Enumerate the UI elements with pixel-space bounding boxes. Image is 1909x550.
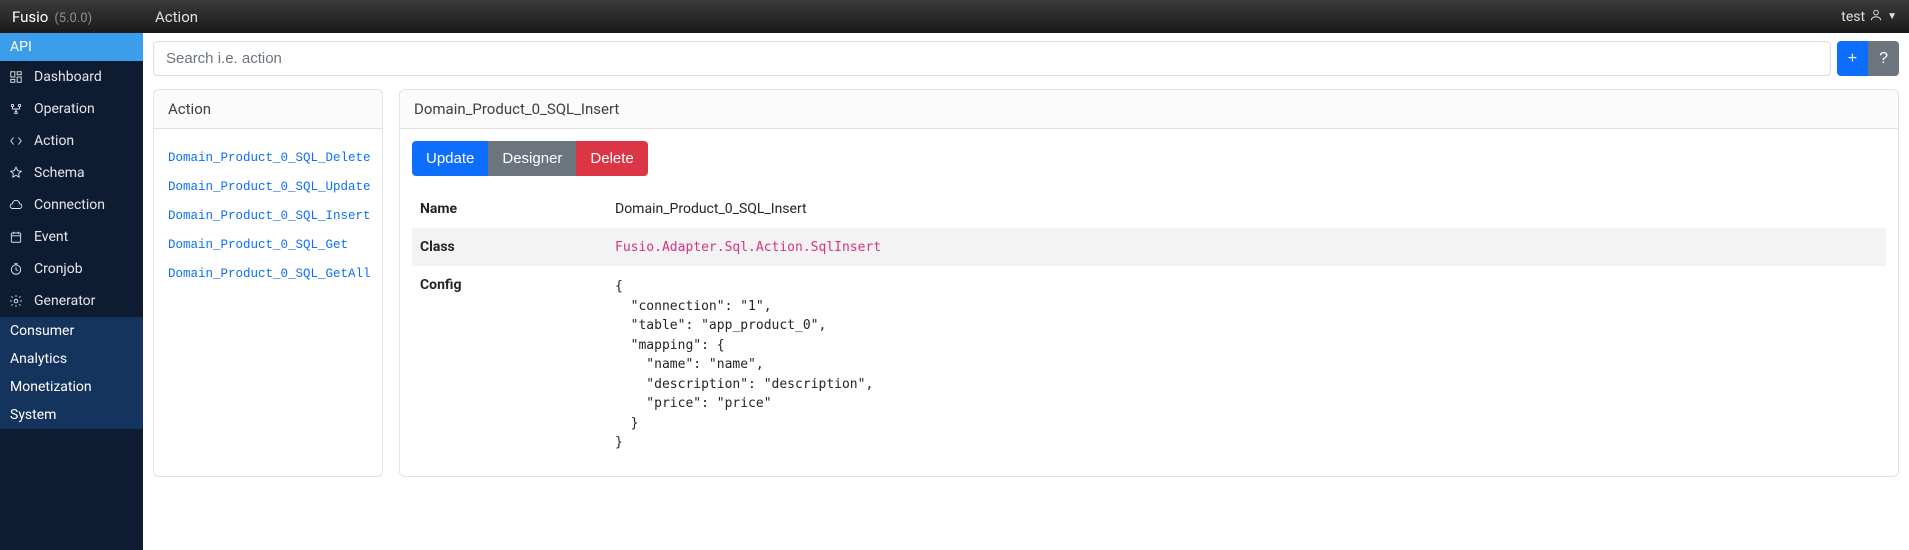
- chevron-down-icon: ▼: [1887, 11, 1897, 22]
- sidebar-item-cronjob[interactable]: Cronjob: [0, 253, 143, 285]
- sidebar-item-action[interactable]: Action: [0, 125, 143, 157]
- generator-icon: [8, 293, 24, 309]
- top-header: Fusio (5.0.0) Action test ▼: [0, 0, 1909, 33]
- help-button[interactable]: ?: [1868, 41, 1899, 76]
- delete-button[interactable]: Delete: [576, 141, 647, 176]
- search-input[interactable]: [153, 41, 1831, 76]
- sidebar-section-api[interactable]: API: [0, 33, 143, 61]
- action-list-panel: Action Domain_Product_0_SQL_Delete Domai…: [153, 89, 383, 477]
- main-content: + ? Action Domain_Product_0_SQL_Delete D…: [143, 33, 1909, 550]
- class-value: Fusio.Adapter.Sql.Action.SqlInsert: [615, 240, 881, 255]
- sidebar-item-label: Operation: [34, 101, 95, 117]
- cronjob-icon: [8, 261, 24, 277]
- sidebar-section-system[interactable]: System: [0, 401, 143, 429]
- user-icon: [1869, 8, 1883, 26]
- name-label: Name: [412, 190, 607, 228]
- sidebar-item-connection[interactable]: Connection: [0, 189, 143, 221]
- sidebar-section-monetization[interactable]: Monetization: [0, 373, 143, 401]
- page-title: Action: [155, 8, 198, 26]
- detail-title: Domain_Product_0_SQL_Insert: [400, 90, 1898, 129]
- update-button[interactable]: Update: [412, 141, 488, 176]
- sidebar-section-analytics[interactable]: Analytics: [0, 345, 143, 373]
- sidebar-item-label: Event: [34, 229, 68, 245]
- action-link[interactable]: Domain_Product_0_SQL_GetAll: [168, 267, 368, 281]
- detail-panel: Domain_Product_0_SQL_Insert Update Desig…: [399, 89, 1899, 477]
- sidebar-item-dashboard[interactable]: Dashboard: [0, 61, 143, 93]
- action-link[interactable]: Domain_Product_0_SQL_Delete: [168, 151, 368, 165]
- sidebar-item-label: Generator: [34, 293, 95, 309]
- dashboard-icon: [8, 69, 24, 85]
- detail-table: Name Domain_Product_0_SQL_Insert Class F…: [412, 190, 1886, 464]
- sidebar-item-generator[interactable]: Generator: [0, 285, 143, 317]
- event-icon: [8, 229, 24, 245]
- sidebar-item-label: Schema: [34, 165, 85, 181]
- action-link[interactable]: Domain_Product_0_SQL_Update: [168, 180, 368, 194]
- designer-button[interactable]: Designer: [488, 141, 576, 176]
- sidebar: API Dashboard Operation Action Schema: [0, 33, 143, 550]
- search-row: + ?: [153, 41, 1899, 76]
- name-value: Domain_Product_0_SQL_Insert: [607, 190, 1886, 228]
- detail-button-row: Update Designer Delete: [412, 141, 1886, 176]
- user-menu[interactable]: test ▼: [1841, 8, 1897, 26]
- action-link[interactable]: Domain_Product_0_SQL_Insert: [168, 209, 368, 223]
- config-label: Config: [412, 266, 607, 464]
- class-label: Class: [412, 228, 607, 266]
- operation-icon: [8, 101, 24, 117]
- sidebar-item-label: Action: [34, 133, 74, 149]
- sidebar-item-label: Cronjob: [34, 261, 83, 277]
- brand-version: (5.0.0): [54, 11, 92, 26]
- detail-row-config: Config { "connection": "1", "table": "ap…: [412, 266, 1886, 464]
- action-link[interactable]: Domain_Product_0_SQL_Get: [168, 238, 368, 252]
- add-button[interactable]: +: [1837, 41, 1868, 76]
- sidebar-item-label: Dashboard: [34, 69, 102, 85]
- brand: Fusio (5.0.0): [12, 8, 155, 26]
- sidebar-item-schema[interactable]: Schema: [0, 157, 143, 189]
- config-value: { "connection": "1", "table": "app_produ…: [615, 277, 1878, 453]
- connection-icon: [8, 197, 24, 213]
- sidebar-section-consumer[interactable]: Consumer: [0, 317, 143, 345]
- sidebar-item-event[interactable]: Event: [0, 221, 143, 253]
- user-name: test: [1841, 9, 1865, 25]
- schema-icon: [8, 165, 24, 181]
- action-list-title: Action: [154, 90, 382, 129]
- detail-row-class: Class Fusio.Adapter.Sql.Action.SqlInsert: [412, 228, 1886, 266]
- brand-name: Fusio: [12, 8, 48, 26]
- sidebar-item-operation[interactable]: Operation: [0, 93, 143, 125]
- action-icon: [8, 133, 24, 149]
- sidebar-item-label: Connection: [34, 197, 105, 213]
- detail-row-name: Name Domain_Product_0_SQL_Insert: [412, 190, 1886, 228]
